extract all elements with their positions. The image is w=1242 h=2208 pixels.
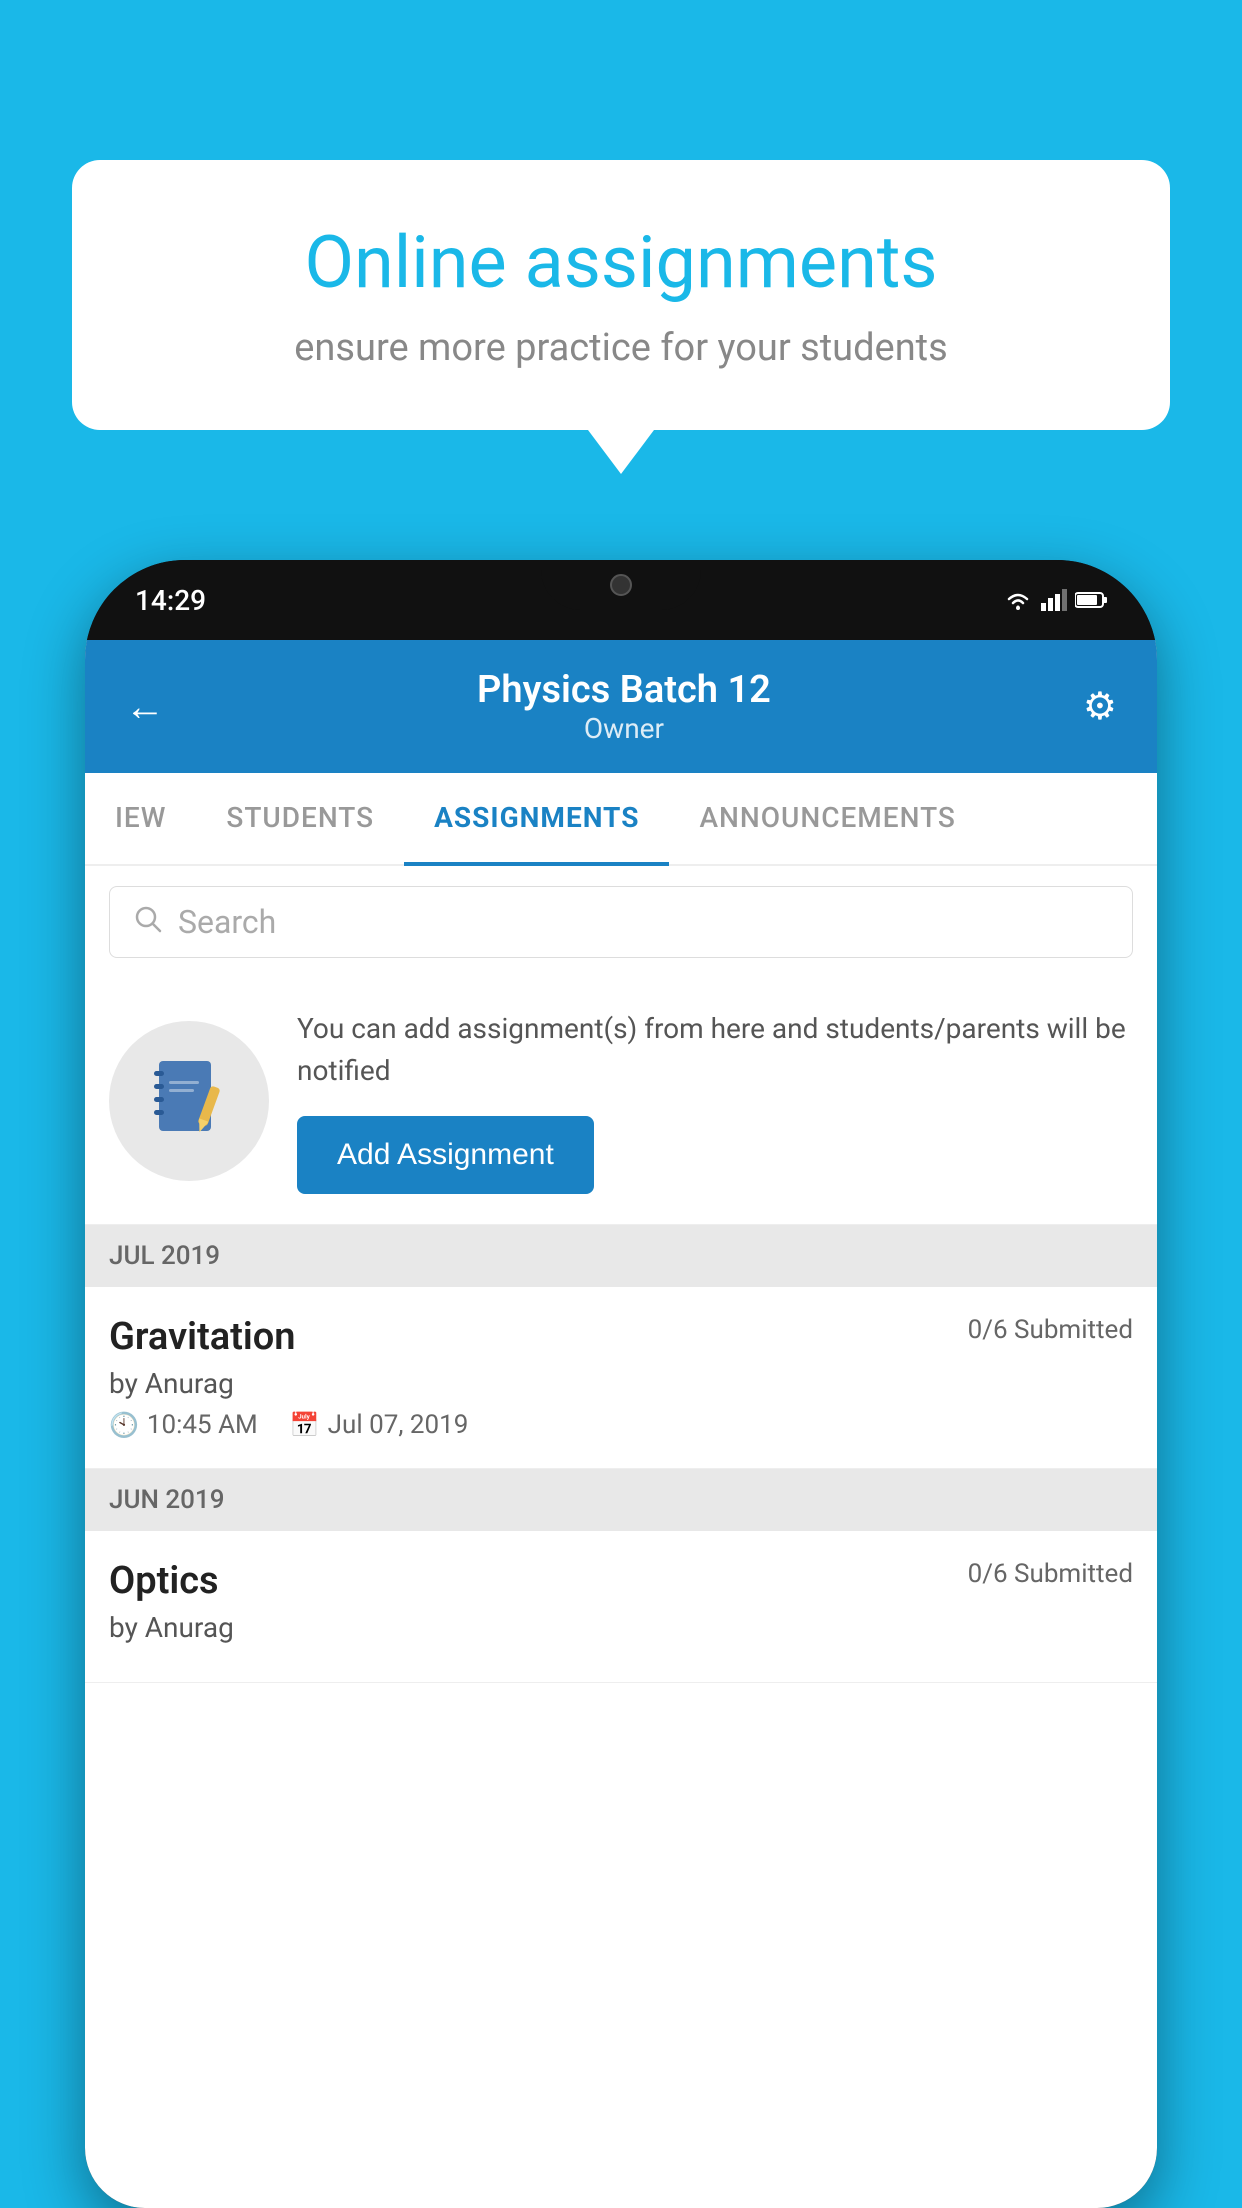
search-container: Search xyxy=(85,866,1157,978)
phone-camera xyxy=(610,574,632,596)
status-bar: 14:29 xyxy=(85,560,1157,640)
info-description: You can add assignment(s) from here and … xyxy=(297,1008,1133,1092)
search-input[interactable]: Search xyxy=(178,903,276,941)
speech-bubble-container: Online assignments ensure more practice … xyxy=(72,160,1170,430)
phone-screen: ← Physics Batch 12 Owner ⚙ IEW STUDENTS … xyxy=(85,640,1157,2208)
assignment-meta: 🕙 10:45 AM 📅 Jul 07, 2019 xyxy=(109,1410,1133,1440)
assignment-by-optics: by Anurag xyxy=(109,1611,1133,1644)
settings-icon[interactable]: ⚙ xyxy=(1083,684,1117,729)
tab-announcements[interactable]: ANNOUNCEMENTS xyxy=(669,773,985,864)
notebook-icon-circle xyxy=(109,1021,269,1181)
header-subtitle: Owner xyxy=(165,712,1083,745)
assignment-name-optics: Optics xyxy=(109,1559,219,1603)
phone-frame: 14:29 xyxy=(85,560,1157,2208)
assignment-item-optics[interactable]: Optics 0/6 Submitted by Anurag xyxy=(85,1531,1157,1683)
speech-bubble: Online assignments ensure more practice … xyxy=(72,160,1170,430)
assignment-name: Gravitation xyxy=(109,1315,296,1359)
assignment-by: by Anurag xyxy=(109,1367,1133,1400)
assignment-time: 🕙 10:45 AM xyxy=(109,1410,258,1440)
assignment-item-gravitation[interactable]: Gravitation 0/6 Submitted by Anurag 🕙 10… xyxy=(85,1287,1157,1469)
tabs-bar: IEW STUDENTS ASSIGNMENTS ANNOUNCEMENTS xyxy=(85,773,1157,866)
tab-students[interactable]: STUDENTS xyxy=(196,773,404,864)
header-title: Physics Batch 12 xyxy=(165,668,1083,712)
battery-icon xyxy=(1075,591,1107,609)
wifi-icon xyxy=(1003,589,1033,611)
assignment-top-row: Gravitation 0/6 Submitted xyxy=(109,1315,1133,1359)
status-icons xyxy=(1003,589,1107,611)
section-header-jun: JUN 2019 xyxy=(85,1469,1157,1531)
phone-notch xyxy=(541,560,701,610)
search-bar[interactable]: Search xyxy=(109,886,1133,958)
search-icon xyxy=(134,903,162,941)
tab-assignments[interactable]: ASSIGNMENTS xyxy=(404,773,669,866)
assignment-submitted-optics: 0/6 Submitted xyxy=(968,1559,1133,1589)
calendar-icon: 📅 xyxy=(290,1411,320,1439)
speech-bubble-title: Online assignments xyxy=(152,220,1090,306)
add-assignment-button[interactable]: Add Assignment xyxy=(297,1116,594,1194)
assignment-date-value: Jul 07, 2019 xyxy=(328,1410,469,1440)
info-card: You can add assignment(s) from here and … xyxy=(85,978,1157,1225)
info-text-area: You can add assignment(s) from here and … xyxy=(297,1008,1133,1194)
assignment-top-row-optics: Optics 0/6 Submitted xyxy=(109,1559,1133,1603)
app-header: ← Physics Batch 12 Owner ⚙ xyxy=(85,640,1157,773)
tab-iew[interactable]: IEW xyxy=(85,773,196,864)
status-time: 14:29 xyxy=(135,584,206,617)
back-button[interactable]: ← xyxy=(125,683,165,730)
speech-bubble-subtitle: ensure more practice for your students xyxy=(152,326,1090,370)
assignment-submitted: 0/6 Submitted xyxy=(968,1315,1133,1345)
clock-icon: 🕙 xyxy=(109,1411,139,1439)
header-title-area: Physics Batch 12 Owner xyxy=(165,668,1083,745)
notebook-icon xyxy=(149,1056,229,1146)
assignment-time-value: 10:45 AM xyxy=(147,1410,258,1440)
assignment-date: 📅 Jul 07, 2019 xyxy=(290,1410,469,1440)
signal-icon xyxy=(1041,589,1067,611)
section-header-jul: JUL 2019 xyxy=(85,1225,1157,1287)
